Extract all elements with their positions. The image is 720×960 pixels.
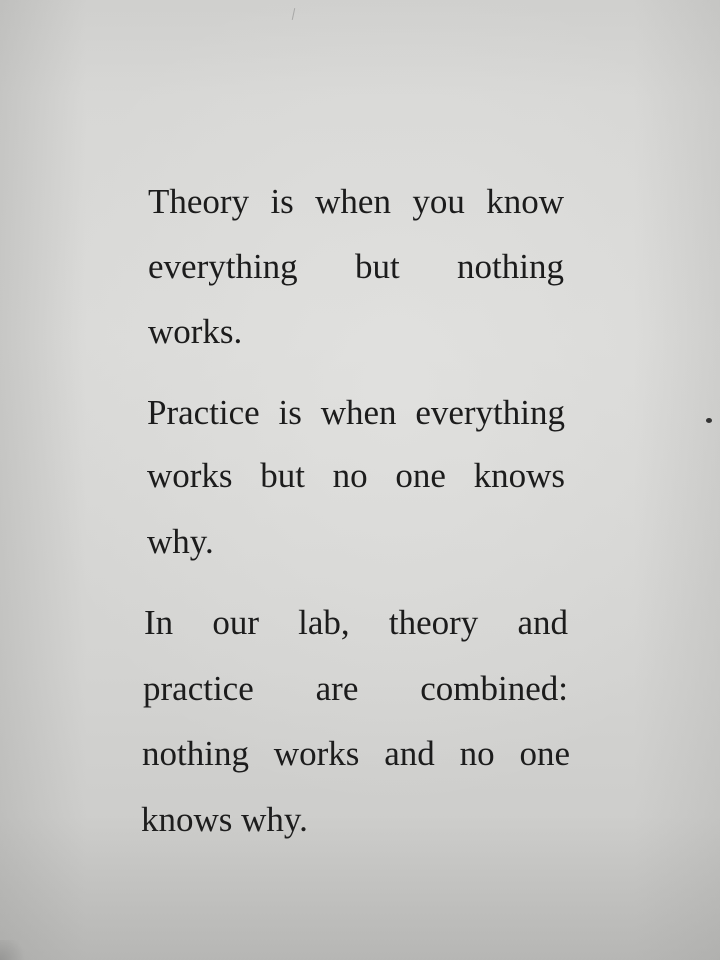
- corner-shadow: [0, 940, 30, 960]
- text-line: works.: [148, 312, 243, 351]
- text-line: works but no one knows: [147, 456, 565, 495]
- text-line: practice are combined:: [143, 669, 568, 708]
- text-line: everything but nothing: [148, 247, 564, 286]
- text-line: Theory is when you know: [148, 182, 564, 221]
- paper-photo: Theory is when you know everything but n…: [0, 0, 720, 960]
- text-line: Practice is when everything: [147, 393, 565, 432]
- text-line: knows why.: [141, 800, 308, 839]
- ink-dot: [706, 418, 712, 423]
- text-line: nothing works and no one: [142, 734, 570, 773]
- text-line: In our lab, theory and: [144, 603, 568, 642]
- paper-scratch: [291, 8, 296, 20]
- text-line: why.: [147, 522, 214, 561]
